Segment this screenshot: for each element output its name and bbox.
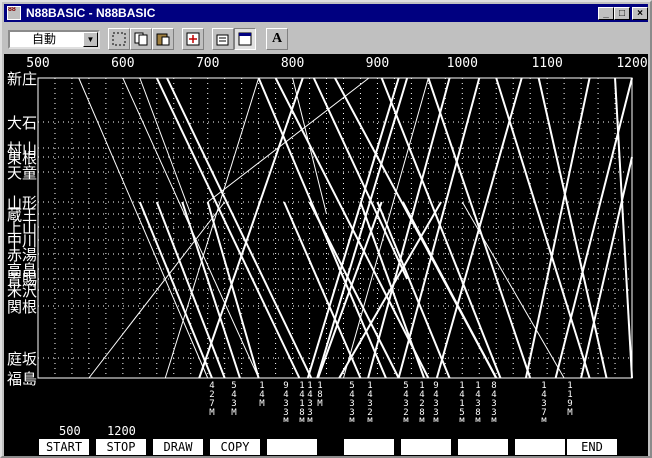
train-line	[397, 77, 481, 379]
fkey-9[interactable]	[515, 439, 565, 455]
station-label: 天童	[7, 164, 37, 182]
train-number-char: M	[491, 417, 497, 422]
font-button[interactable]: A	[266, 28, 288, 50]
close-button[interactable]: ×	[632, 7, 648, 20]
train-number-char: M	[231, 408, 237, 418]
maximize-button[interactable]: □	[614, 7, 630, 20]
time-tick-label: 800	[281, 56, 304, 71]
function-key-bar: START STOP DRAW COPY END	[4, 438, 648, 456]
chevron-down-icon[interactable]: ▼	[83, 32, 98, 47]
station-label: 庭坂	[7, 350, 37, 368]
train-number-char: M	[567, 408, 573, 418]
train-number-char: M	[367, 417, 373, 422]
train-number-char: M	[209, 408, 215, 418]
start-value: 500	[59, 424, 81, 438]
train-number-char: M	[283, 417, 289, 422]
time-tick-label: 1200	[616, 56, 647, 71]
train-line	[580, 156, 633, 379]
train-line	[614, 77, 633, 379]
fkey-8[interactable]	[458, 439, 508, 455]
train-number-char: M	[307, 417, 313, 422]
toolbar: 自動 ▼ A	[4, 24, 648, 54]
minimize-button[interactable]: _	[598, 7, 614, 20]
train-number-char: M	[541, 417, 547, 422]
title-bar[interactable]: 88 N88BASIC - N88BASIC _ □ ×	[4, 4, 648, 22]
window-icon	[238, 32, 252, 46]
train-number-char: M	[299, 417, 305, 422]
time-tick-label: 1100	[531, 56, 562, 71]
train-number-char: M	[459, 417, 465, 422]
properties-icon	[216, 34, 229, 46]
time-tick-label: 1000	[447, 56, 478, 71]
train-line	[380, 77, 502, 379]
train-number-char: M	[317, 399, 323, 409]
train-line	[207, 77, 370, 203]
train-number-char: M	[419, 417, 425, 422]
fullscreen-button[interactable]	[182, 28, 204, 50]
station-label: 関根	[7, 298, 37, 316]
fkey-copy[interactable]: COPY	[210, 439, 260, 455]
mode-select[interactable]: 自動 ▼	[8, 30, 100, 49]
time-tick-label: 900	[366, 56, 389, 71]
train-diagram: 500 600 700 800 900 1000 1100 1200新庄大石村山東根天童山形蔵…	[7, 56, 648, 422]
basic-screen[interactable]: 500 600 700 800 900 1000 1100 1200 新庄 大石 村山 東根 天童 山形蔵…	[4, 54, 648, 456]
stop-value: 1200	[107, 424, 136, 438]
train-number-char: M	[349, 417, 355, 422]
copy-icon	[134, 32, 148, 46]
station-label: 大石	[7, 114, 37, 132]
select-icon	[112, 32, 126, 46]
properties-button[interactable]	[212, 28, 234, 50]
fkey-7[interactable]	[401, 439, 451, 455]
copy-button[interactable]	[130, 28, 152, 50]
fkey-start[interactable]: START	[39, 439, 89, 455]
app-icon[interactable]: 88	[7, 6, 21, 20]
train-line	[316, 77, 409, 379]
fkey-6[interactable]	[344, 439, 394, 455]
fkey-stop[interactable]: STOP	[96, 439, 146, 455]
train-line	[495, 77, 591, 379]
window-mode-button[interactable]	[234, 28, 256, 50]
fullscreen-icon	[186, 32, 200, 46]
train-number-char: M	[433, 417, 439, 422]
fkey-end[interactable]: END	[567, 439, 617, 455]
fkey-5[interactable]	[267, 439, 317, 455]
train-line	[274, 77, 430, 379]
train-line	[139, 77, 192, 215]
station-label: 福島	[7, 370, 37, 388]
train-line	[537, 77, 608, 379]
time-tick-label: 700	[196, 56, 219, 71]
train-number-char: M	[475, 417, 481, 422]
train-line	[554, 77, 633, 379]
train-line	[402, 201, 498, 379]
paste-icon	[156, 33, 170, 46]
select-button[interactable]	[108, 28, 130, 50]
window-title: N88BASIC - N88BASIC	[26, 6, 156, 20]
application-window: 88 N88BASIC - N88BASIC _ □ × 自動 ▼ A 500 …	[0, 0, 652, 458]
time-tick-label: 600	[111, 56, 134, 71]
train-line	[524, 77, 591, 379]
fkey-draw[interactable]: DRAW	[153, 439, 203, 455]
time-tick-label: 500	[26, 56, 49, 71]
train-number-char: M	[259, 399, 265, 409]
paste-button[interactable]	[152, 28, 174, 50]
station-label: 新庄	[7, 70, 37, 88]
train-number-char: M	[403, 417, 409, 422]
mode-select-value: 自動	[32, 32, 57, 46]
train-line	[138, 201, 213, 379]
